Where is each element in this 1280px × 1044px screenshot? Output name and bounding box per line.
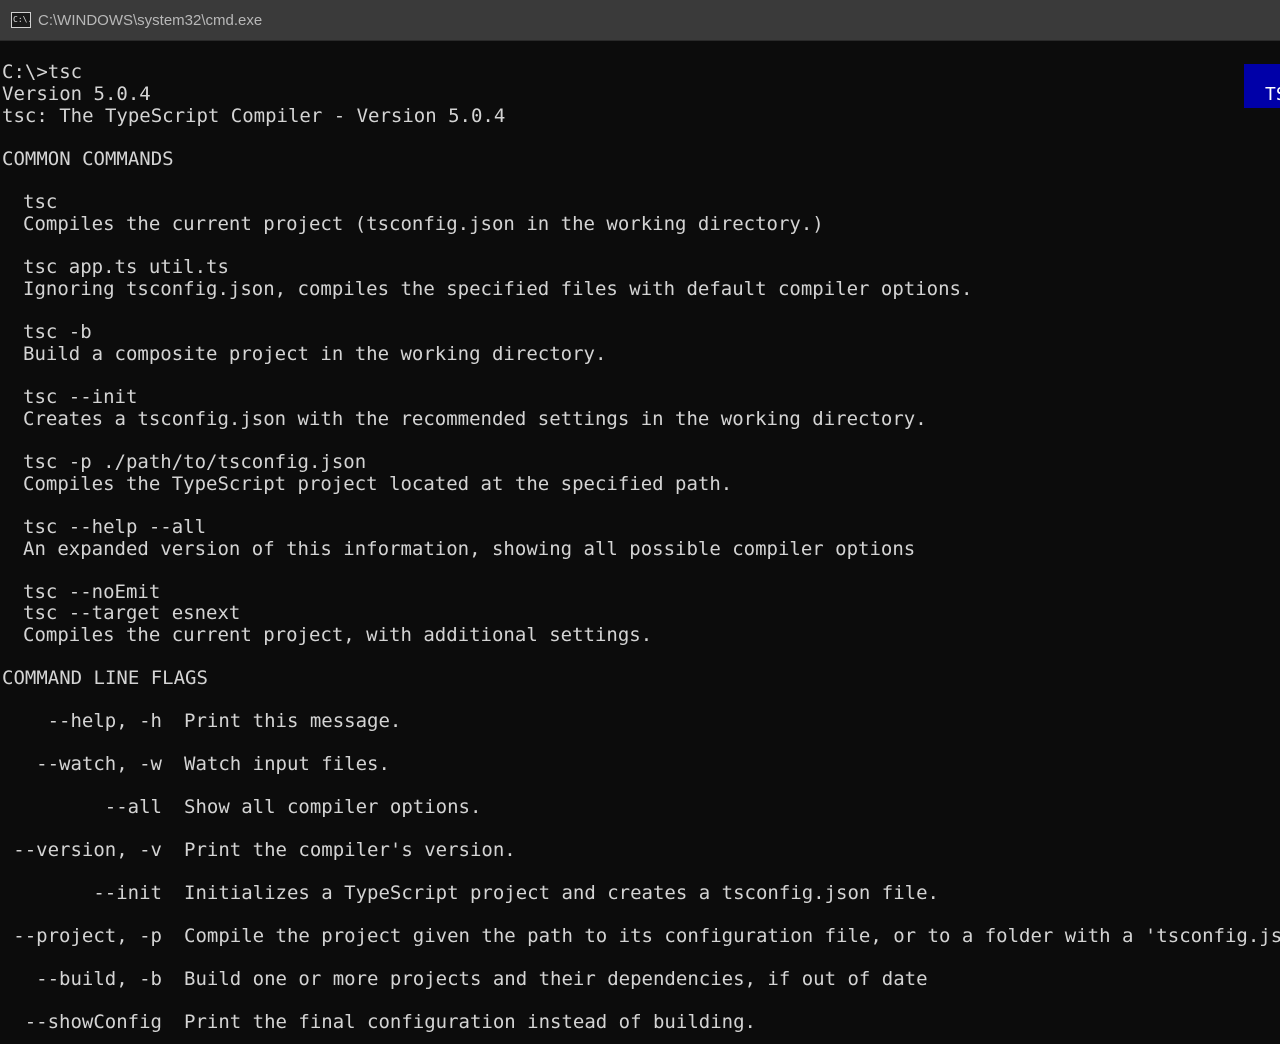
flag-name: --version, -v — [13, 839, 162, 861]
flag-desc: Watch input files. — [184, 753, 390, 775]
console-output[interactable]: C:\>tsc Version 5.0.4 tsc: The TypeScrip… — [0, 41, 1280, 1044]
flag-name: --watch, -w — [36, 753, 162, 775]
flag-name: --project, -p — [13, 925, 162, 947]
common-command-desc: Compiles the TypeScript project located … — [23, 473, 733, 495]
flag-desc: Print this message. — [184, 710, 402, 732]
common-commands-heading: COMMON COMMANDS — [2, 148, 174, 170]
flag-desc: Build one or more projects and their dep… — [184, 968, 928, 990]
common-command: tsc --help --all — [23, 516, 207, 538]
common-command: tsc — [23, 191, 58, 213]
common-command-desc: Build a composite project in the working… — [23, 343, 607, 365]
common-command-desc: Creates a tsconfig.json with the recomme… — [23, 408, 927, 430]
common-command: tsc -p ./path/to/tsconfig.json — [23, 451, 367, 473]
flag-desc: Show all compiler options. — [184, 796, 482, 818]
flag-desc: Print the compiler's version. — [184, 839, 516, 861]
flag-name: --help, -h — [47, 710, 162, 732]
common-command: tsc --init — [23, 386, 138, 408]
common-command-desc: Compiles the current project, with addit… — [23, 624, 653, 646]
common-command: tsc -b — [23, 321, 92, 343]
banner-line: tsc: The TypeScript Compiler - Version 5… — [2, 105, 506, 127]
flag-name: --showConfig — [24, 1011, 162, 1033]
typescript-badge: TS — [1244, 64, 1280, 108]
title-bar[interactable]: C:\. C:\WINDOWS\system32\cmd.exe — [0, 0, 1280, 41]
cmd-app-icon[interactable]: C:\. — [11, 12, 31, 28]
cmd-window: C:\. C:\WINDOWS\system32\cmd.exe C:\>tsc… — [0, 0, 1280, 1044]
common-command-desc: Ignoring tsconfig.json, compiles the spe… — [23, 278, 973, 300]
common-command: tsc app.ts util.ts — [23, 256, 229, 278]
version-line: Version 5.0.4 — [2, 83, 151, 105]
flag-desc: Initializes a TypeScript project and cre… — [184, 882, 939, 904]
flag-name: --all — [104, 796, 162, 818]
common-command-desc: Compiles the current project (tsconfig.j… — [23, 213, 824, 235]
flag-name: --init — [93, 882, 162, 904]
flag-name: --build, -b — [36, 968, 162, 990]
common-command: tsc --noEmit — [23, 581, 161, 603]
common-command: tsc --target esnext — [23, 602, 241, 624]
flag-desc: Print the final configuration instead of… — [184, 1011, 756, 1033]
window-title: C:\WINDOWS\system32\cmd.exe — [38, 12, 263, 29]
flag-desc: Compile the project given the path to it… — [184, 925, 1280, 947]
typescript-badge-label: TS — [1265, 84, 1280, 105]
command-line-flags-heading: COMMAND LINE FLAGS — [2, 667, 208, 689]
prompt-line: C:\>tsc — [2, 61, 83, 83]
common-command-desc: An expanded version of this information,… — [23, 538, 916, 560]
